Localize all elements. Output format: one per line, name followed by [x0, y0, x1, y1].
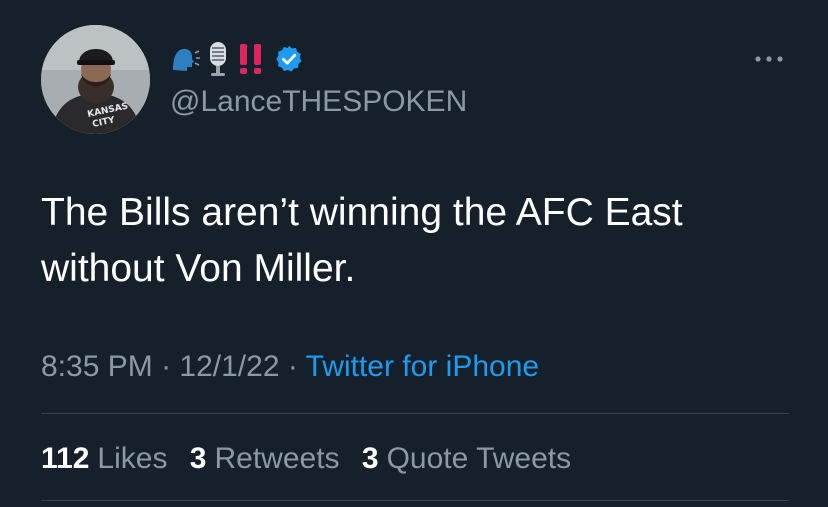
quote-tweets-label: Quote Tweets — [386, 442, 572, 475]
likes-stat[interactable]: 112 Likes — [41, 440, 167, 478]
retweets-stat[interactable]: 3 Retweets — [190, 440, 340, 478]
retweets-count: 3 — [189, 442, 207, 475]
engagement-stats: 112 Likes 3 Retweets 3 Quote Tweets — [41, 440, 585, 478]
avatar[interactable]: KANSAS CITY — [41, 25, 150, 134]
more-options-icon[interactable] — [752, 52, 786, 66]
verified-badge-icon — [274, 44, 304, 74]
meta-separator: · — [152, 350, 180, 383]
tweet-text: The Bills aren’t winning the AFC East wi… — [41, 185, 801, 297]
divider — [41, 500, 789, 501]
tweet-text-line: The Bills aren’t winning the AFC East — [41, 191, 683, 234]
avatar-photo: KANSAS CITY — [41, 25, 150, 134]
likes-count: 112 — [41, 442, 90, 475]
tweet-meta: 8:35 PM · 12/1/22 · Twitter for iPhone — [41, 348, 539, 386]
display-name[interactable] — [170, 38, 310, 80]
quote-tweets-count: 3 — [361, 442, 379, 475]
meta-separator: · — [279, 350, 306, 383]
tweet-text-line: without Von Miller. — [41, 247, 356, 290]
tweet-date[interactable]: 12/1/22 — [179, 350, 279, 383]
microphone-emoji — [206, 40, 230, 78]
likes-label: Likes — [97, 442, 168, 475]
divider — [41, 413, 789, 414]
double-exclamation-emoji — [236, 42, 268, 76]
retweets-label: Retweets — [214, 442, 340, 475]
user-handle[interactable]: @LanceTHESPOKEN — [170, 84, 467, 120]
tweet-time[interactable]: 8:35 PM — [41, 350, 153, 383]
speaking-head-emoji — [170, 44, 200, 74]
quote-tweets-stat[interactable]: 3 Quote Tweets — [362, 440, 571, 478]
tweet-source-link[interactable]: Twitter for iPhone — [306, 350, 539, 383]
